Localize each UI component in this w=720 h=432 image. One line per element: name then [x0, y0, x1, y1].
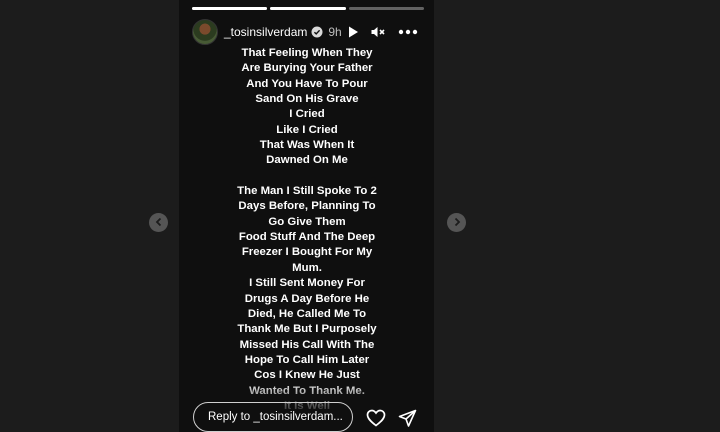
post-time: 9h: [328, 25, 342, 39]
story-line: Mum.: [292, 261, 322, 274]
story-line: I Cried: [289, 108, 325, 121]
story-line: Hope To Call Him Later: [244, 353, 370, 366]
mute-icon[interactable]: [369, 23, 387, 41]
story-line: Dawned On Me: [266, 154, 348, 167]
story-line: Drugs A Day Before He: [244, 292, 370, 305]
play-icon[interactable]: [344, 23, 362, 41]
story-line: I Still Sent Money For: [249, 277, 365, 290]
story-line: Died, He Called Me To: [247, 307, 367, 320]
story-line: Sand On His Grave: [255, 93, 359, 106]
story-line: Freezer I Bought For My: [241, 246, 373, 259]
story-line: Food Stuff And The Deep: [238, 231, 376, 244]
chevron-left-icon: [154, 214, 164, 232]
chevron-right-icon: [452, 214, 462, 232]
progress-segment: [192, 7, 268, 10]
avatar[interactable]: [192, 19, 218, 45]
progress-segment: [348, 7, 424, 10]
reply-input[interactable]: Reply to _tosinsilverdam...: [193, 402, 353, 432]
story-text: That Feeling When They Are Burying Your F…: [182, 46, 432, 414]
story-line: Missed His Call With The: [239, 338, 375, 351]
heart-icon[interactable]: [366, 408, 386, 428]
progress-fill: [192, 7, 268, 10]
story-line: Thank Me But I Purposely: [237, 323, 377, 336]
story-line: That Was When It: [259, 139, 355, 152]
progress-segment: [270, 7, 346, 10]
story-progress: [192, 7, 424, 10]
story-line: Go Give Them: [268, 215, 346, 228]
story-line: And You Have To Pour: [246, 77, 368, 90]
next-story-button[interactable]: [447, 213, 466, 232]
send-icon[interactable]: [397, 408, 417, 428]
story-line: That Feeling When They: [241, 47, 373, 59]
story-header: _tosinsilverdam 9h: [192, 17, 424, 47]
story-line: The Man I Still Spoke To 2: [237, 185, 377, 198]
story-line: Like I Cried: [276, 123, 338, 136]
username[interactable]: _tosinsilverdam: [224, 25, 307, 39]
story-line: Days Before, Planning To: [238, 200, 376, 213]
verified-badge-icon: [311, 26, 323, 38]
progress-fill: [270, 7, 346, 10]
story-line: Are Burying Your Father: [241, 62, 373, 75]
prev-story-button[interactable]: [149, 213, 168, 232]
story-line-gap: [182, 169, 432, 184]
more-icon[interactable]: [397, 23, 419, 41]
